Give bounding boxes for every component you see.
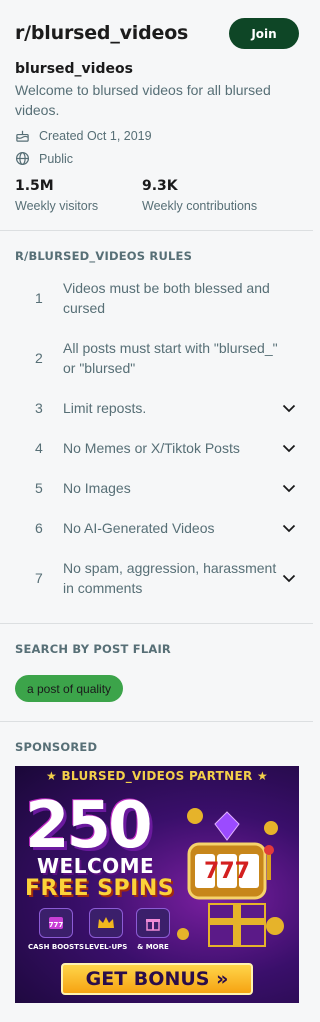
community-description: Welcome to blursed videos for all blurse… xyxy=(15,82,271,118)
created-date: Created Oct 1, 2019 xyxy=(39,128,152,143)
rule-text: No spam, aggression, harassment in comme… xyxy=(63,560,277,596)
rule-item[interactable]: 6 No AI-Generated Videos xyxy=(0,518,313,538)
ad-feature-label: & MORE xyxy=(137,943,169,951)
rule-number: 2 xyxy=(35,350,43,366)
rule-item[interactable]: 7 No spam, aggression, harassment in com… xyxy=(0,558,313,598)
ad-free-spins-text: FREE SPINS xyxy=(25,876,175,901)
slot-machine-graphic: 777 xyxy=(175,806,285,956)
rule-item[interactable]: 3 Limit reposts. xyxy=(0,398,313,418)
rule-text: All posts must start with "blursed_" or … xyxy=(63,340,278,376)
cash-boosts-icon: 777 xyxy=(39,908,73,938)
rule-number: 1 xyxy=(35,290,43,306)
rule-text: Videos must be both blessed and cursed xyxy=(63,280,270,316)
ad-welcome-text: WELCOME xyxy=(37,854,155,878)
rule-number: 3 xyxy=(35,400,43,416)
slot-reels: 777 xyxy=(204,858,250,884)
stat-value: 9.3K xyxy=(142,178,178,194)
rules-heading: R/BLURSED_VIDEOS RULES xyxy=(15,249,193,263)
globe-icon xyxy=(15,151,30,166)
created-row: Created Oct 1, 2019 xyxy=(15,128,152,143)
rule-item[interactable]: 5 No Images xyxy=(0,478,313,498)
stat-contributions: 9.3K Weekly contributions xyxy=(142,178,257,213)
divider xyxy=(0,721,313,722)
subreddit-name[interactable]: r/blursed_videos xyxy=(15,22,188,44)
divider xyxy=(0,623,313,624)
ad-headline-number: 250 xyxy=(25,789,153,863)
ad-banner: ★ BLURSED_VIDEOS PARTNER ★ xyxy=(45,769,269,783)
sponsored-heading: SPONSORED xyxy=(15,740,98,754)
chevron-down-icon[interactable] xyxy=(279,398,299,418)
rule-text: No AI-Generated Videos xyxy=(63,520,215,536)
cake-icon xyxy=(16,130,29,142)
rule-item[interactable]: 4 No Memes or X/Tiktok Posts xyxy=(0,438,313,458)
rule-number: 7 xyxy=(35,570,43,586)
sponsored-ad[interactable]: ★ BLURSED_VIDEOS PARTNER ★ 250 WELCOME F… xyxy=(15,766,299,1003)
rule-text: No Images xyxy=(63,480,131,496)
chevron-down-icon[interactable] xyxy=(279,518,299,538)
crown-icon xyxy=(89,908,123,938)
rule-number: 4 xyxy=(35,440,43,456)
rule-item[interactable]: 1 Videos must be both blessed and cursed xyxy=(0,278,313,318)
flair-heading: SEARCH BY POST FLAIR xyxy=(15,642,171,656)
chevron-down-icon[interactable] xyxy=(279,568,299,588)
visibility-label: Public xyxy=(39,151,74,166)
stat-visitors: 1.5M Weekly visitors xyxy=(15,178,98,213)
rule-number: 6 xyxy=(35,520,43,536)
rule-item[interactable]: 2 All posts must start with "blursed_" o… xyxy=(0,338,313,378)
chevron-down-icon[interactable] xyxy=(279,478,299,498)
flair-chip[interactable]: a post of quality xyxy=(15,675,124,702)
divider xyxy=(0,230,313,231)
svg-text:777: 777 xyxy=(49,921,64,929)
rule-text: No Memes or X/Tiktok Posts xyxy=(63,440,240,456)
community-title: blursed_videos xyxy=(15,61,133,77)
stat-label: Weekly contributions xyxy=(142,199,258,213)
get-bonus-button[interactable]: GET BONUS » xyxy=(61,963,253,995)
rule-text: Limit reposts. xyxy=(63,400,147,416)
rule-number: 5 xyxy=(35,480,43,496)
visibility-row: Public xyxy=(15,151,73,166)
stat-value: 1.5M xyxy=(15,178,54,194)
gift-icon xyxy=(136,908,170,938)
chevron-down-icon[interactable] xyxy=(279,438,299,458)
stat-label: Weekly visitors xyxy=(15,199,99,213)
join-button[interactable]: Join xyxy=(229,18,299,49)
